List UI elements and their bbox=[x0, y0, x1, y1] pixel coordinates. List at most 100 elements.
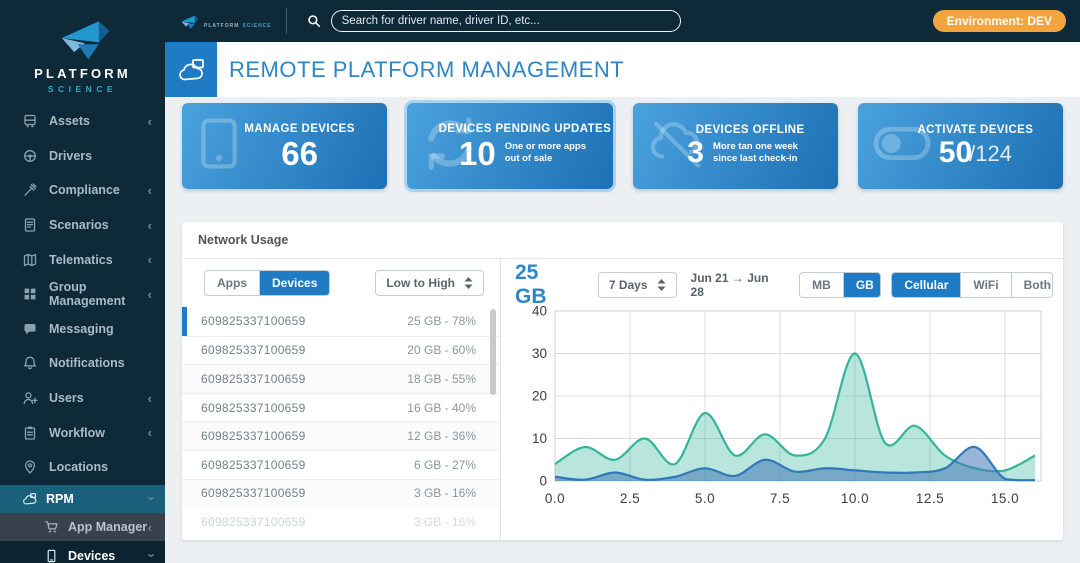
app-root: PLATFORM SCIENCE Assets ‹ Drivers Complianc… bbox=[0, 0, 1080, 563]
unit-toggle: MB GB bbox=[799, 272, 882, 298]
device-row[interactable]: 609825337100659 12 GB - 36% bbox=[182, 421, 500, 450]
svg-text:12.5: 12.5 bbox=[916, 491, 944, 506]
page-title: REMOTE PLATFORM MANAGEMENT bbox=[229, 56, 625, 82]
usage-total: 25 GB bbox=[515, 261, 547, 308]
card-value: 3 bbox=[687, 136, 704, 169]
sidebar-item-messaging[interactable]: Messaging bbox=[0, 312, 165, 347]
group-management-icon bbox=[22, 286, 38, 302]
telematics-icon bbox=[22, 252, 38, 268]
sidebar-item-label: Notifications bbox=[49, 356, 125, 371]
network-both[interactable]: Both bbox=[1012, 273, 1052, 297]
sidebar-item-app-manager[interactable]: App Manager ‹ bbox=[0, 512, 165, 542]
sidebar-item-locations[interactable]: Locations bbox=[0, 450, 165, 485]
device-usage: 3 GB - 16% bbox=[413, 514, 476, 529]
sidebar-item-group-management[interactable]: Group Management ‹ bbox=[0, 277, 165, 312]
device-list-column: Apps Devices Low to High 609825337100659 2… bbox=[182, 259, 501, 540]
device-usage: 12 GB - 36% bbox=[407, 429, 476, 444]
sidebar-item-compliance[interactable]: Compliance ‹ bbox=[0, 173, 165, 208]
sidebar-item-users[interactable]: Users ‹ bbox=[0, 381, 165, 416]
scenarios-icon bbox=[22, 217, 38, 233]
svg-text:10.0: 10.0 bbox=[841, 491, 869, 506]
sidebar-item-drivers[interactable]: Drivers bbox=[0, 139, 165, 174]
app-manager-icon bbox=[44, 520, 59, 535]
svg-text:15.0: 15.0 bbox=[991, 491, 1019, 506]
devices-icon bbox=[44, 548, 59, 563]
chevron-down-icon: ‹ bbox=[142, 553, 158, 558]
card-value-suffix: /124 bbox=[969, 141, 1012, 166]
device-usage: 16 GB - 40% bbox=[407, 400, 476, 415]
unit-gb[interactable]: GB bbox=[843, 273, 881, 297]
device-usage: 18 GB - 55% bbox=[407, 371, 476, 386]
topbar: PLATFORM SCIENCE Environment: DEV bbox=[165, 0, 1080, 42]
card-value: 10 bbox=[459, 134, 496, 172]
list-scrollbar[interactable] bbox=[490, 309, 496, 395]
sort-label: Low to High bbox=[386, 276, 455, 290]
devices-pending-updates-card[interactable]: DEVICES PENDING UPDATES 10 One or more a… bbox=[407, 103, 613, 189]
range-label: 7 Days bbox=[608, 278, 648, 292]
chart-column: 25 GB 7 Days Jun 21 → Jun 28 MB GB Cellul… bbox=[501, 259, 1063, 540]
workflow-icon bbox=[22, 425, 38, 441]
device-id: 609825337100659 bbox=[201, 429, 306, 444]
network-cellular[interactable]: Cellular bbox=[892, 273, 962, 297]
device-usage-list: 609825337100659 25 GB - 78% 60982533710065… bbox=[182, 307, 500, 540]
card-value: 50 bbox=[938, 136, 973, 169]
chevron-left-icon: ‹ bbox=[147, 252, 152, 268]
sidebar-item-label: Locations bbox=[49, 460, 109, 475]
card-title: DEVICES PENDING UPDATES bbox=[438, 122, 612, 135]
device-usage: 6 GB - 27% bbox=[413, 457, 476, 472]
main-content: MANAGE DEVICES 66 DEVICES PENDING UPDATE… bbox=[165, 97, 1080, 563]
device-row[interactable]: 609825337100659 3 GB - 16% bbox=[182, 478, 500, 508]
sidebar-item-assets[interactable]: Assets ‹ bbox=[0, 104, 165, 139]
stat-cards: MANAGE DEVICES 66 DEVICES PENDING UPDATE… bbox=[182, 103, 1063, 189]
toggle-apps[interactable]: Apps bbox=[205, 271, 260, 295]
drivers-icon bbox=[22, 148, 38, 164]
activate-devices-card[interactable]: ACTIVATE DEVICES 50 /124 bbox=[857, 103, 1063, 189]
chevron-left-icon: ‹ bbox=[147, 519, 152, 535]
sidebar: PLATFORM SCIENCE Assets ‹ Drivers Complianc… bbox=[0, 0, 165, 563]
sidebar-item-scenarios[interactable]: Scenarios ‹ bbox=[0, 208, 165, 243]
search-input[interactable] bbox=[330, 10, 681, 32]
network-usage-chart: 0 10 20 30 40 0.0 2.5 5.0 7.5 10.0 12.5 15.0 bbox=[515, 303, 1053, 520]
device-row[interactable]: 609825337100659 18 GB - 55% bbox=[182, 364, 500, 393]
network-usage-title: Network Usage bbox=[182, 222, 1063, 259]
sidebar-item-label: Messaging bbox=[49, 321, 114, 336]
sidebar-item-label: App Manager bbox=[68, 520, 148, 535]
sidebar-item-label: RPM bbox=[46, 491, 74, 506]
chevron-left-icon: ‹ bbox=[147, 217, 152, 233]
manage-devices-card[interactable]: MANAGE DEVICES 66 bbox=[182, 103, 388, 189]
toggle-devices[interactable]: Devices bbox=[260, 271, 330, 295]
sidebar-rpm-group: RPM ‹ App Manager ‹ Devices ‹ bbox=[0, 484, 165, 563]
sidebar-item-label: Devices bbox=[68, 548, 116, 563]
device-id: 609825337100659 bbox=[201, 514, 306, 529]
sidebar-item-workflow[interactable]: Workflow ‹ bbox=[0, 415, 165, 450]
search-icon bbox=[307, 15, 320, 28]
card-title: ACTIVATE DEVICES bbox=[917, 124, 1034, 136]
brand-platform-text: PLATFORM bbox=[34, 65, 131, 81]
device-row[interactable]: 609825337100659 16 GB - 40% bbox=[182, 392, 500, 422]
device-id: 609825337100659 bbox=[201, 486, 306, 501]
device-row[interactable]: 609825337100659 6 GB - 27% bbox=[182, 449, 500, 479]
device-row[interactable]: 609825337100659 25 GB - 78% bbox=[182, 307, 500, 336]
device-row[interactable]: 609825337100659 20 GB - 60% bbox=[182, 335, 500, 365]
locations-icon bbox=[22, 459, 38, 475]
rpm-cloud-icon bbox=[179, 58, 204, 80]
devices-offline-card[interactable]: DEVICES OFFLINE 3 More tan one week sinc… bbox=[632, 103, 838, 189]
sidebar-item-label: Drivers bbox=[49, 148, 93, 163]
chevron-left-icon: ‹ bbox=[147, 286, 152, 302]
sidebar-item-rpm[interactable]: RPM ‹ bbox=[0, 484, 165, 513]
sidebar-item-telematics[interactable]: Telematics ‹ bbox=[0, 242, 165, 277]
card-subtitle: More tan one week since last check-in bbox=[712, 140, 798, 164]
sidebar-item-notifications[interactable]: Notifications bbox=[0, 346, 165, 381]
apps-devices-toggle: Apps Devices bbox=[204, 270, 331, 296]
sidebar-item-devices[interactable]: Devices ‹ bbox=[0, 541, 165, 563]
unit-mb[interactable]: MB bbox=[800, 273, 844, 297]
chevron-left-icon: ‹ bbox=[147, 113, 152, 129]
device-row[interactable]: 609825337100659 3 GB - 16% bbox=[182, 507, 500, 536]
range-dropdown[interactable]: 7 Days bbox=[597, 272, 677, 298]
sidebar-item-label: Scenarios bbox=[49, 218, 109, 233]
network-wifi[interactable]: WiFi bbox=[961, 273, 1012, 297]
rpm-title-icon-box bbox=[165, 42, 217, 97]
environment-badge: Environment: DEV bbox=[932, 10, 1066, 32]
sort-dropdown[interactable]: Low to High bbox=[375, 270, 484, 296]
topbar-brand-science: SCIENCE bbox=[242, 23, 272, 29]
